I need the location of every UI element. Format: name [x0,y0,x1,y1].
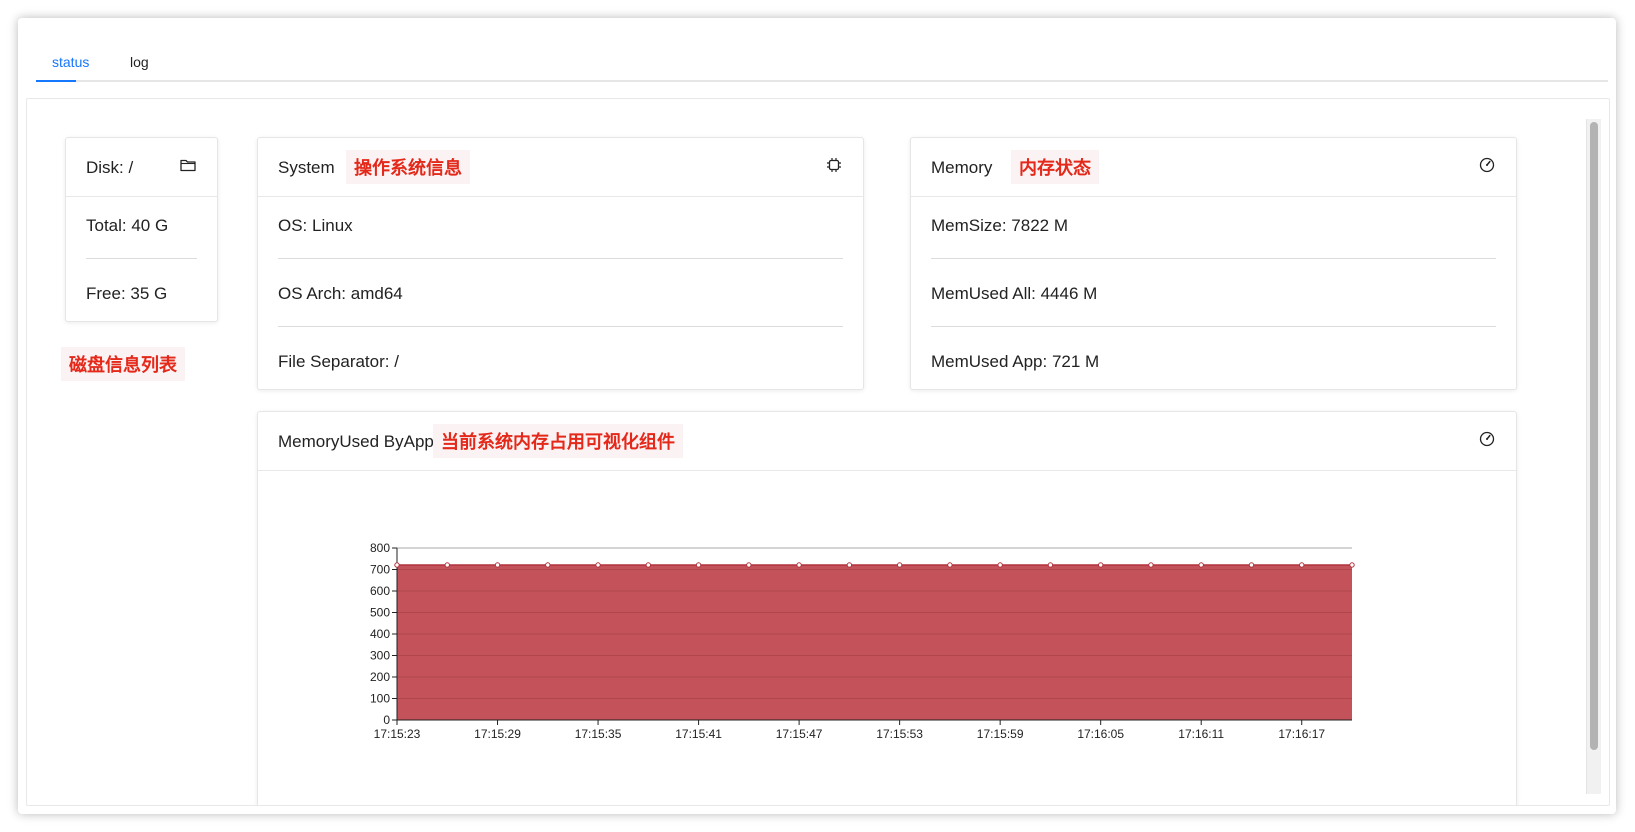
chart-card-header: MemoryUsed ByApp 当前系统内存占用可视化组件 [258,412,1516,471]
data-point [1299,562,1305,568]
disk-card-header: Disk: / [66,138,217,197]
divider [931,258,1496,259]
system-card-header: System 操作系统信息 [258,138,863,197]
tab-status[interactable]: status [52,54,89,70]
disk-free: Free: 35 G [86,284,168,303]
data-point [545,562,551,568]
data-point [796,562,802,568]
data-point [1198,562,1204,568]
gauge-icon [1478,430,1496,448]
x-tick-label: 17:16:05 [1077,727,1124,741]
y-tick-label: 800 [370,541,390,555]
data-point [846,562,853,568]
data-point [746,562,752,568]
disk-annotation: 磁盘信息列表 [61,347,185,381]
tab-bar: status log [36,32,1608,82]
y-tick-label: 400 [370,627,390,641]
disk-card-title: Disk: / [86,158,134,177]
x-tick-label: 17:15:41 [675,727,722,741]
system-card: System 操作系统信息 OS: Linux OS Arch: amd64 F… [257,137,864,390]
gauge-icon [1478,156,1496,174]
x-tick-label: 17:15:53 [876,727,923,741]
vertical-scrollbar[interactable] [1586,119,1601,794]
data-point [645,562,652,568]
data-point [947,562,953,568]
data-point [494,562,501,568]
y-tick-label: 500 [370,606,390,620]
scrollbar-thumb[interactable] [1590,122,1598,750]
active-tab-indicator [36,80,76,82]
x-tick-label: 17:15:23 [374,727,421,741]
y-tick-label: 0 [383,713,390,727]
data-point [695,562,702,568]
memory-annotation: 内存状态 [1011,150,1099,184]
file-separator: File Separator: / [278,352,399,371]
data-point [394,562,400,568]
data-point [896,562,903,568]
disk-total: Total: 40 G [86,216,169,235]
folder-icon [179,156,197,174]
y-tick-label: 300 [370,649,390,663]
disk-card: Disk: / Total: 40 G Free: 35 G [65,137,218,322]
chip-icon [825,156,843,174]
y-tick-label: 700 [370,563,390,577]
x-tick-label: 17:15:29 [474,727,521,741]
divider [931,326,1496,327]
memory-card: Memory 内存状态 MemSize: 7822 M MemUsed All:… [910,137,1517,390]
mem-used-app: MemUsed App: 721 M [931,352,1100,371]
chart-card-title: MemoryUsed ByApp [278,432,434,451]
memory-chart-card: MemoryUsed ByApp 当前系统内存占用可视化组件 0 100 200 30… [257,411,1517,805]
chart-annotation: 当前系统内存占用可视化组件 [433,424,683,458]
divider [278,258,843,259]
data-point [1148,562,1154,568]
data-point [444,562,450,568]
y-tick-label: 200 [370,670,390,684]
os-arch: OS Arch: amd64 [278,284,403,303]
memory-area-chart: 0 100 200 300 400 500 600 700 800 17:15:23 17:15:2… [370,541,1355,741]
memory-card-title: Memory [931,158,993,177]
x-tick-label: 17:15:35 [575,727,622,741]
x-tick-label: 17:15:47 [776,727,823,741]
data-point [1097,562,1104,568]
x-tick-label: 17:15:59 [977,727,1024,741]
system-annotation: 操作系统信息 [346,150,470,184]
mem-used-all: MemUsed All: 4446 M [931,284,1098,303]
data-point [1349,562,1355,568]
tab-log[interactable]: log [130,54,149,70]
data-point [1047,562,1054,568]
y-tick-label: 600 [370,584,390,598]
y-tick-label: 100 [370,692,390,706]
data-point [1248,562,1255,568]
mem-size: MemSize: 7822 M [931,216,1068,235]
app-window: status log Disk: / Total: 40 G Free: 35 … [18,18,1616,814]
system-card-title: System [278,158,335,177]
data-point [997,562,1003,568]
x-tick-label: 17:16:17 [1278,727,1325,741]
x-tick-label: 17:16:11 [1178,727,1224,741]
divider [86,258,197,259]
os-name: OS: Linux [278,216,353,235]
divider [278,326,843,327]
data-point [595,562,601,568]
area-fill [397,564,1352,720]
memory-card-header: Memory 内存状态 [911,138,1516,197]
status-panel: Disk: / Total: 40 G Free: 35 G 磁盘信息列表 Sy… [26,98,1610,806]
